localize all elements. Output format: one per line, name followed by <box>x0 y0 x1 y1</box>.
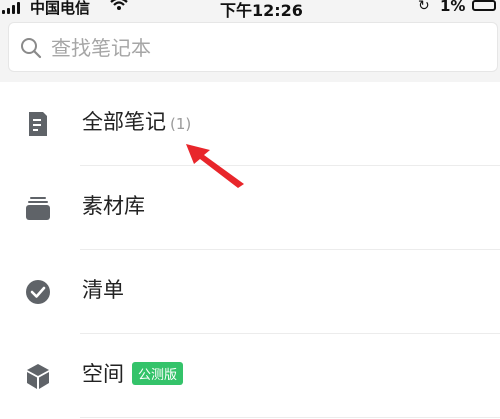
battery-icon <box>472 0 496 11</box>
search-bar[interactable] <box>8 22 498 72</box>
battery-percent: 1% <box>440 0 466 15</box>
list-item-label: 素材库 <box>82 194 145 218</box>
signal-icon <box>2 2 20 14</box>
list-item-material-library[interactable]: 素材库 <box>0 166 500 250</box>
list-item-space[interactable]: 空间 公测版 <box>0 334 500 418</box>
material-library-icon <box>26 197 50 220</box>
beta-badge: 公测版 <box>132 362 184 385</box>
notebook-list: 全部笔记 (1) 素材库 清单 空间 公测版 <box>0 82 500 419</box>
list-item-label: 清单 <box>82 278 124 302</box>
search-icon <box>21 38 42 59</box>
rotation-lock-icon: ↻ <box>418 0 430 14</box>
annotation-arrow-icon <box>186 144 244 188</box>
divider <box>80 417 500 418</box>
search-input[interactable] <box>49 29 483 67</box>
note-document-icon <box>29 112 47 136</box>
list-item-checklist[interactable]: 清单 <box>0 250 500 334</box>
checklist-check-icon <box>26 280 50 304</box>
carrier-name: 中国电信 <box>30 0 91 17</box>
space-cube-icon <box>27 364 49 389</box>
list-item-label: 全部笔记 (1) <box>82 110 192 134</box>
note-count: (1) <box>170 115 192 133</box>
clock-time: 下午12:26 <box>220 1 303 20</box>
status-bar: 中国电信 下午12:26 ↻ 1% <box>0 0 500 20</box>
list-item-all-notes[interactable]: 全部笔记 (1) <box>0 82 500 166</box>
wifi-icon <box>110 0 128 10</box>
list-item-label: 空间 公测版 <box>82 358 184 388</box>
